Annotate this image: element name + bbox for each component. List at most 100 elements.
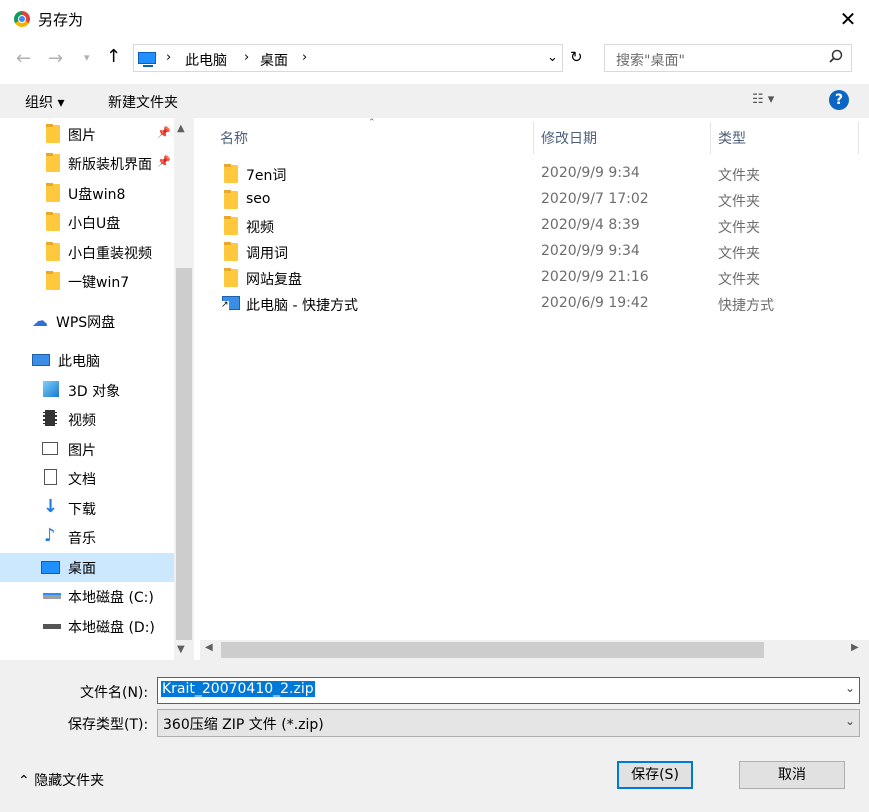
shortcut-icon [221, 296, 240, 310]
folder-icon [224, 216, 238, 235]
column-divider[interactable] [858, 122, 859, 154]
column-divider[interactable] [710, 122, 711, 154]
filename-value: Krait_20070410_2.zip [161, 681, 315, 697]
document-icon [44, 469, 57, 485]
help-icon[interactable]: ? [829, 90, 849, 110]
search-placeholder: 搜索"桌面" [616, 53, 685, 69]
table-row[interactable]: 调用词 2020/9/9 9:34 文件夹 [200, 239, 860, 265]
table-row[interactable]: 7en词 2020/9/9 9:34 文件夹 [200, 161, 860, 187]
drive-icon [43, 593, 61, 599]
nav-item-wps-cloud[interactable]: ☁ WPS网盘 [0, 307, 174, 336]
folder-icon [46, 271, 60, 290]
organize-button[interactable]: 组织 ▾ [25, 92, 64, 112]
nav-item-win7[interactable]: 一键win7 [0, 267, 174, 296]
chevron-right-icon[interactable]: › [302, 50, 307, 65]
close-icon: ✕ [839, 7, 857, 31]
command-toolbar: 组织 ▾ 新建文件夹 ☷ ▾ ? [0, 84, 869, 118]
nav-item-xiaobai-usb[interactable]: 小白U盘 [0, 208, 174, 237]
picture-icon [42, 442, 58, 455]
refresh-icon[interactable]: ↻ [570, 48, 583, 66]
nav-item-pictures[interactable]: 图片 [0, 435, 174, 464]
chevron-up-icon: ⌃ [18, 773, 30, 789]
close-button[interactable]: ✕ [833, 5, 863, 33]
nav-item-videos[interactable]: 视频 [0, 405, 174, 434]
nav-item-pictures-quick[interactable]: 图片 📌 [0, 120, 174, 149]
chevron-right-icon[interactable]: › [166, 50, 171, 65]
desktop-icon [41, 561, 60, 574]
nav-item-drive-c[interactable]: 本地磁盘 (C:) [0, 582, 174, 611]
chevron-down-icon[interactable]: ⌄ [845, 714, 855, 728]
table-row[interactable]: 网站复盘 2020/9/9 21:16 文件夹 [200, 265, 860, 291]
horizontal-scrollbar-thumb[interactable] [221, 642, 764, 658]
cloud-icon: ☁ [32, 311, 48, 330]
scroll-down-icon[interactable]: ▼ [177, 644, 185, 655]
breadcrumb-this-pc[interactable]: 此电脑 [185, 50, 227, 70]
nav-item-this-pc[interactable]: 此电脑 [0, 346, 174, 375]
chrome-app-icon [14, 11, 30, 27]
chevron-right-icon[interactable]: › [244, 50, 249, 65]
up-arrow-icon[interactable]: ↑ [106, 46, 121, 67]
nav-item-downloads[interactable]: ↓ 下载 [0, 494, 174, 523]
cube-icon [43, 381, 59, 397]
nav-item-desktop[interactable]: 桌面 [0, 553, 174, 582]
folder-icon [46, 153, 60, 172]
title-bar [0, 0, 869, 38]
filetype-select[interactable]: 360压缩 ZIP 文件 (*.zip) ⌄ [157, 709, 860, 737]
filetype-value: 360压缩 ZIP 文件 (*.zip) [163, 717, 324, 733]
scroll-left-icon[interactable]: ◀ [205, 642, 213, 653]
search-icon [829, 49, 843, 63]
computer-icon [138, 52, 156, 67]
folder-icon [224, 268, 238, 287]
cancel-button[interactable]: 取消 [739, 761, 845, 789]
breadcrumb-desktop[interactable]: 桌面 [260, 50, 288, 70]
folder-icon [224, 164, 238, 183]
folder-icon [46, 124, 60, 143]
nav-scrollbar-thumb[interactable] [176, 268, 192, 640]
save-button[interactable]: 保存(S) [617, 761, 693, 789]
nav-item-drive-d[interactable]: 本地磁盘 (D:) [0, 612, 174, 641]
nav-item-documents[interactable]: 文档 [0, 464, 174, 493]
column-divider[interactable] [533, 122, 534, 154]
folder-icon [224, 190, 238, 209]
folder-icon [46, 212, 60, 231]
scroll-up-icon[interactable]: ▲ [177, 123, 185, 134]
nav-item-3d-objects[interactable]: 3D 对象 [0, 376, 174, 405]
filetype-label: 保存类型(T): [68, 717, 149, 733]
table-row[interactable]: 此电脑 - 快捷方式 2020/6/9 19:42 快捷方式 [200, 291, 860, 317]
pin-icon: 📌 [157, 155, 171, 168]
computer-icon [32, 354, 50, 366]
pin-icon: 📌 [157, 126, 171, 139]
sort-ascending-icon: ⌃ [368, 118, 376, 128]
forward-arrow-icon[interactable]: → [48, 48, 63, 69]
address-bar[interactable]: › 此电脑 › 桌面 › [133, 44, 563, 72]
folder-icon [46, 242, 60, 261]
drive-icon [43, 624, 61, 629]
chevron-down-icon[interactable]: ⌄ [845, 681, 855, 695]
hide-folders-label: 隐藏文件夹 [34, 773, 105, 789]
view-options-icon[interactable]: ☷ ▾ [752, 92, 774, 107]
search-input[interactable]: 搜索"桌面" [604, 44, 852, 72]
scroll-right-icon[interactable]: ▶ [851, 642, 859, 653]
filename-label: 文件名(N): [80, 685, 149, 701]
column-header-name[interactable]: 名称 [220, 128, 248, 148]
navigation-pane: 图片 📌 新版装机界面 📌 U盘win8 小白U盘 小白重装视频 一键win7 … [0, 118, 194, 660]
folder-icon [224, 242, 238, 261]
column-header-date[interactable]: 修改日期 [541, 128, 597, 148]
nav-item-reinstall-video[interactable]: 小白重装视频 [0, 238, 174, 267]
hide-folders-toggle[interactable]: ⌃ 隐藏文件夹 [18, 770, 104, 790]
table-row[interactable]: seo 2020/9/7 17:02 文件夹 [200, 187, 860, 213]
music-note-icon: ♪ [44, 525, 56, 546]
file-list: ⌃ 名称 修改日期 类型 7en词 2020/9/9 9:34 文件夹 seo … [200, 118, 869, 640]
recent-locations-chevron-icon[interactable]: ▾ [84, 51, 90, 64]
filename-input[interactable]: Krait_20070410_2.zip ⌄ [157, 677, 860, 704]
download-arrow-icon: ↓ [43, 496, 59, 517]
back-arrow-icon[interactable]: ← [16, 48, 31, 69]
nav-item-usb-win8[interactable]: U盘win8 [0, 179, 174, 208]
column-header-type[interactable]: 类型 [718, 128, 746, 148]
nav-item-new-ui[interactable]: 新版装机界面 📌 [0, 149, 174, 178]
table-row[interactable]: 视频 2020/9/4 8:39 文件夹 [200, 213, 860, 239]
new-folder-button[interactable]: 新建文件夹 [108, 92, 178, 112]
film-icon [43, 410, 57, 426]
nav-item-music[interactable]: ♪ 音乐 [0, 523, 174, 552]
address-dropdown-icon[interactable]: ⌄ [547, 50, 558, 65]
